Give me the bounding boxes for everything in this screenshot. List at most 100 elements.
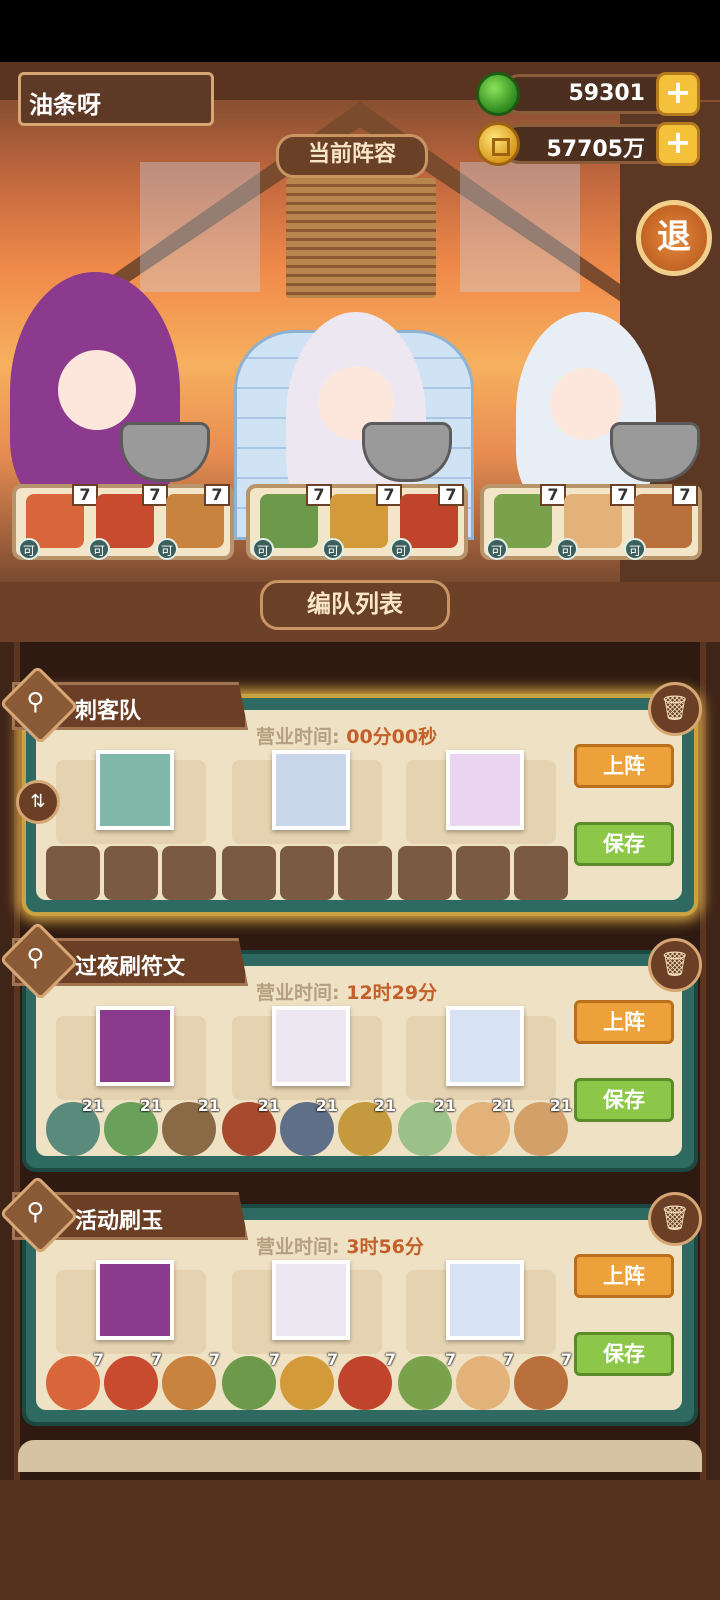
food-count: 7 bbox=[208, 1350, 220, 1369]
food-item[interactable]: 21 bbox=[104, 1096, 162, 1156]
save-button[interactable]: 保存 bbox=[574, 1332, 674, 1376]
dish-count: 7 bbox=[540, 484, 566, 506]
food-item[interactable]: 21 bbox=[398, 1096, 456, 1156]
hero-portrait[interactable] bbox=[272, 1260, 350, 1340]
deploy-button[interactable]: 上阵 bbox=[574, 1254, 674, 1298]
hero-portrait[interactable] bbox=[272, 1006, 350, 1086]
empty-dish-slot[interactable] bbox=[514, 846, 568, 900]
window-blind bbox=[286, 178, 436, 298]
search-icon: ⚲ bbox=[26, 1197, 45, 1226]
hero-portrait[interactable] bbox=[96, 1006, 174, 1086]
save-button[interactable]: 保存 bbox=[574, 1078, 674, 1122]
team-card-1[interactable]: 营业时间: 00分00秒 ⇅ 刺客队 ⚲ 🗑 上阵 保存 bbox=[0, 665, 702, 916]
empty-dish-slot[interactable] bbox=[104, 846, 158, 900]
business-time: 营业时间: 12时29分 bbox=[256, 978, 437, 1005]
character-face bbox=[58, 350, 136, 430]
deploy-button[interactable]: 上阵 bbox=[574, 744, 674, 788]
food-item[interactable]: 7 bbox=[398, 1350, 456, 1410]
add-coin-button[interactable]: + bbox=[656, 122, 700, 166]
hero-portrait[interactable] bbox=[446, 1006, 524, 1086]
team-name: 刺客队 bbox=[75, 699, 142, 724]
team-card-3[interactable]: 营业时间: 3时56分 7 7 7 7 7 7 7 7 7 活动刷玉 ⚲ 🗑 上… bbox=[0, 1175, 702, 1426]
save-button[interactable]: 保存 bbox=[574, 822, 674, 866]
list-footer bbox=[0, 1480, 720, 1600]
food-item[interactable]: 7 bbox=[222, 1350, 280, 1410]
dish-count: 7 bbox=[142, 484, 168, 506]
empty-dish-slot[interactable] bbox=[162, 846, 216, 900]
add-gem-button[interactable]: + bbox=[656, 72, 700, 116]
swap-icon[interactable]: ⇅ bbox=[16, 780, 60, 824]
food-item[interactable]: 21 bbox=[514, 1096, 572, 1156]
delete-team-button[interactable]: 🗑 bbox=[648, 682, 702, 736]
food-count: 21 bbox=[81, 1096, 104, 1115]
hero-portrait[interactable] bbox=[96, 750, 174, 830]
team-list-title: 编队列表 bbox=[260, 580, 450, 630]
player-name[interactable]: 油条呀 bbox=[18, 72, 214, 126]
hero-portrait[interactable] bbox=[446, 750, 524, 830]
delete-team-button[interactable]: 🗑 bbox=[648, 1192, 702, 1246]
food-item[interactable]: 21 bbox=[280, 1096, 338, 1156]
food-count: 21 bbox=[315, 1096, 338, 1115]
food-item[interactable]: 7 bbox=[280, 1350, 338, 1410]
search-icon: ⚲ bbox=[26, 943, 45, 972]
next-card-peek bbox=[18, 1440, 702, 1472]
empty-dish-slot[interactable] bbox=[46, 846, 100, 900]
dish-can-badge: 可 bbox=[252, 538, 274, 560]
food-item[interactable]: 7 bbox=[46, 1350, 104, 1410]
gem-value: 59301 bbox=[568, 81, 645, 106]
team-name: 过夜刷符文 bbox=[75, 955, 186, 980]
food-count: 7 bbox=[560, 1350, 572, 1369]
food-item[interactable]: 7 bbox=[162, 1350, 220, 1410]
dish-panel-right: 7 可 7 可 7 可 bbox=[480, 484, 702, 560]
deploy-button[interactable]: 上阵 bbox=[574, 1000, 674, 1044]
character-right[interactable] bbox=[516, 312, 656, 512]
dish-panel-center: 7 可 7 可 7 可 bbox=[246, 484, 468, 560]
empty-dish-slot[interactable] bbox=[456, 846, 510, 900]
hero-portrait[interactable] bbox=[96, 1260, 174, 1340]
dish-can-badge: 可 bbox=[624, 538, 646, 560]
food-item[interactable]: 7 bbox=[104, 1350, 162, 1410]
food-count: 21 bbox=[549, 1096, 572, 1115]
food-count: 7 bbox=[92, 1350, 104, 1369]
business-time-label: 营业时间: bbox=[256, 726, 340, 748]
trash-icon: 🗑 bbox=[659, 694, 691, 722]
delete-team-button[interactable]: 🗑 bbox=[648, 938, 702, 992]
dish-count: 7 bbox=[72, 484, 98, 506]
dish-count: 7 bbox=[204, 484, 230, 506]
business-time-label: 营业时间: bbox=[256, 1236, 340, 1258]
empty-dish-slot[interactable] bbox=[338, 846, 392, 900]
team-card-2[interactable]: 营业时间: 12时29分 21 21 21 21 21 21 21 21 21 … bbox=[0, 921, 702, 1172]
empty-dish-slot[interactable] bbox=[280, 846, 334, 900]
gem-icon bbox=[476, 72, 520, 116]
food-item[interactable]: 21 bbox=[456, 1096, 514, 1156]
team-card-body: 营业时间: 00分00秒 ⇅ bbox=[16, 710, 682, 900]
team-card-body: 营业时间: 3时56分 7 7 7 7 7 7 7 7 7 bbox=[36, 1220, 682, 1410]
food-count: 7 bbox=[268, 1350, 280, 1369]
team-name: 活动刷玉 bbox=[75, 1209, 164, 1234]
hero-portrait[interactable] bbox=[272, 750, 350, 830]
empty-dish-slot[interactable] bbox=[398, 846, 452, 900]
food-count: 21 bbox=[139, 1096, 162, 1115]
hero-portrait[interactable] bbox=[446, 1260, 524, 1340]
food-item[interactable]: 21 bbox=[162, 1096, 220, 1156]
food-item[interactable]: 21 bbox=[222, 1096, 280, 1156]
food-item[interactable]: 21 bbox=[338, 1096, 396, 1156]
business-time-value: 12时29分 bbox=[346, 982, 438, 1004]
dish-count: 7 bbox=[438, 484, 464, 506]
food-count: 7 bbox=[326, 1350, 338, 1369]
food-item[interactable]: 7 bbox=[514, 1350, 572, 1410]
food-count: 7 bbox=[444, 1350, 456, 1369]
exit-button[interactable]: 退 bbox=[636, 200, 712, 276]
dish-can-badge: 可 bbox=[556, 538, 578, 560]
business-time: 营业时间: 3时56分 bbox=[256, 1232, 424, 1259]
dish-can-badge: 可 bbox=[18, 538, 40, 560]
food-item[interactable]: 7 bbox=[456, 1350, 514, 1410]
status-bar bbox=[0, 0, 720, 62]
business-time-label: 营业时间: bbox=[256, 982, 340, 1004]
dish-can-badge: 可 bbox=[322, 538, 344, 560]
search-icon: ⚲ bbox=[26, 687, 45, 716]
food-item[interactable]: 21 bbox=[46, 1096, 104, 1156]
food-item[interactable]: 7 bbox=[338, 1350, 396, 1410]
dish-can-badge: 可 bbox=[88, 538, 110, 560]
empty-dish-slot[interactable] bbox=[222, 846, 276, 900]
